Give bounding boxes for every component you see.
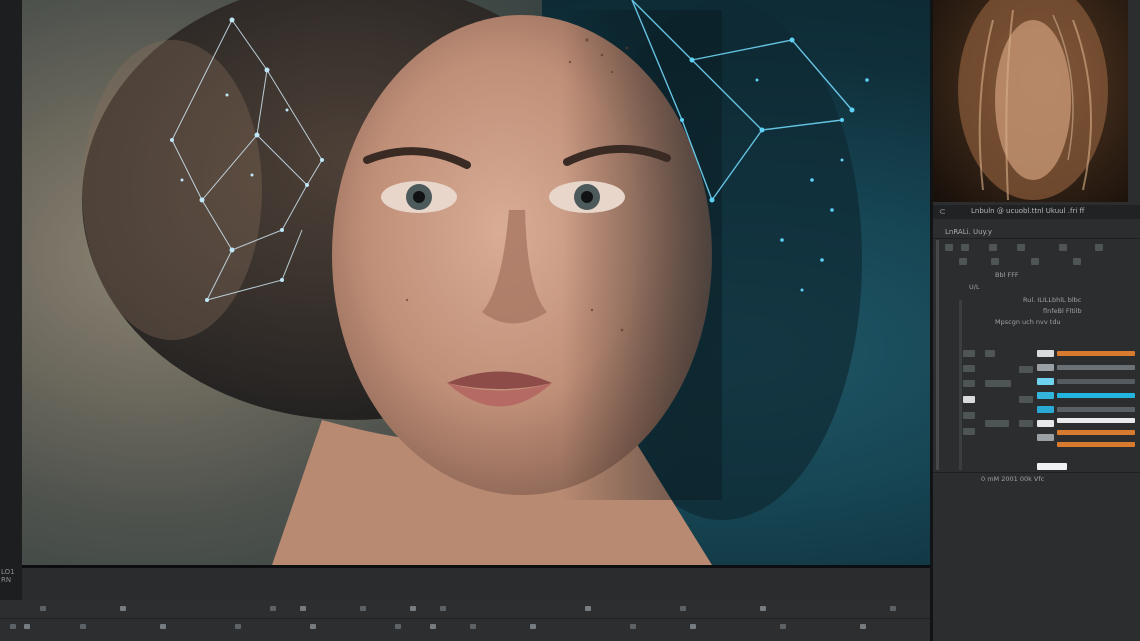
thumbnail-caption: ⊂ Lnbuln @ ucuobl.ttnl Ukuul .fri ff	[933, 205, 1140, 219]
tool-icon[interactable]	[24, 624, 30, 629]
layer-bar[interactable]	[1057, 365, 1135, 370]
panel-scroll-grip[interactable]	[936, 240, 939, 470]
layer-bar[interactable]	[1057, 442, 1135, 447]
layer-bar[interactable]	[1057, 407, 1135, 412]
tree-line	[959, 300, 962, 470]
tool-icon[interactable]	[235, 624, 241, 629]
tool-icon[interactable]	[310, 624, 316, 629]
timeline-track[interactable]	[22, 568, 930, 601]
tools-row	[0, 620, 930, 636]
layer-icon[interactable]	[963, 396, 975, 403]
panel-label: Mpscgn uch nvv tdu	[995, 318, 1061, 326]
tool-icon[interactable]	[1031, 258, 1039, 265]
bottom-toolbar	[0, 600, 930, 641]
panel-label: Bbl FFF	[995, 271, 1019, 279]
layer-swatch[interactable]	[1037, 378, 1054, 385]
layer-icon[interactable]	[985, 350, 995, 357]
layer-swatch[interactable]	[1037, 392, 1054, 399]
layer-icon[interactable]	[963, 350, 975, 357]
tool-icon[interactable]	[630, 624, 636, 629]
tool-icon[interactable]	[959, 258, 967, 265]
layer-icon[interactable]	[1019, 396, 1033, 403]
tool-icon[interactable]	[470, 624, 476, 629]
layer-swatch[interactable]	[1037, 434, 1054, 441]
layer-swatch[interactable]	[1037, 420, 1054, 427]
corner-label: LO1 RN	[1, 568, 15, 584]
panel-divider	[933, 472, 1140, 473]
tool-icon[interactable]	[760, 606, 766, 611]
tool-icon[interactable]	[1059, 244, 1067, 251]
thumbnail-preview[interactable]	[933, 0, 1128, 202]
layer-icon[interactable]	[1019, 420, 1033, 427]
image-canvas[interactable]	[22, 0, 930, 565]
panel-label: U/L	[969, 283, 980, 291]
tool-icon[interactable]	[1017, 244, 1025, 251]
tool-icon[interactable]	[430, 624, 436, 629]
tool-icon[interactable]	[40, 606, 46, 611]
tool-icon[interactable]	[440, 606, 446, 611]
tool-icon[interactable]	[270, 606, 276, 611]
layer-icon[interactable]	[985, 420, 1009, 427]
layer-swatch[interactable]	[1037, 406, 1054, 413]
layer-icon[interactable]	[963, 365, 975, 372]
layer-bar[interactable]	[1057, 430, 1135, 435]
layer-icon[interactable]	[985, 380, 1011, 387]
layer-bar[interactable]	[1057, 351, 1135, 356]
layer-icon[interactable]	[963, 380, 975, 387]
tool-icon[interactable]	[1095, 244, 1103, 251]
layer-icon[interactable]	[963, 412, 975, 419]
photo-editor-app: LO1 RN ⊂ Lnbuln @ ucuobl.ttnl Ukuul .fri…	[0, 0, 1140, 641]
layer-swatch[interactable]	[1037, 350, 1054, 357]
tool-icon[interactable]	[991, 258, 999, 265]
panel-label: flnfeBl Fltilb	[1043, 307, 1082, 315]
link-icon[interactable]: ⊂	[939, 207, 946, 216]
transport-row	[0, 602, 930, 619]
left-toolbar: LO1 RN	[0, 0, 23, 641]
tool-icon[interactable]	[360, 606, 366, 611]
tool-icon[interactable]	[961, 244, 969, 251]
panel-divider	[933, 238, 1140, 239]
layer-icon[interactable]	[963, 428, 975, 435]
tool-icon[interactable]	[120, 606, 126, 611]
portrait-image	[82, 0, 869, 565]
tool-icon[interactable]	[860, 624, 866, 629]
tool-icon[interactable]	[1073, 258, 1081, 265]
tool-icon[interactable]	[300, 606, 306, 611]
tool-icon[interactable]	[945, 244, 953, 251]
tool-icon[interactable]	[410, 606, 416, 611]
tool-icon[interactable]	[10, 624, 16, 629]
tool-icon[interactable]	[989, 244, 997, 251]
thumbnail-caption-text: Lnbuln @ ucuobl.ttnl Ukuul .fri ff	[971, 207, 1085, 215]
layer-icon[interactable]	[1019, 366, 1033, 373]
layer-bar[interactable]	[1057, 393, 1135, 398]
tool-icon[interactable]	[530, 624, 536, 629]
tool-icon[interactable]	[890, 606, 896, 611]
layer-bar[interactable]	[1057, 379, 1135, 384]
tool-icon[interactable]	[780, 624, 786, 629]
right-panel: ⊂ Lnbuln @ ucuobl.ttnl Ukuul .fri ff LnR…	[933, 0, 1140, 641]
panel-header: LnRALi. Uuy.y	[945, 228, 993, 236]
tool-icon[interactable]	[80, 624, 86, 629]
layer-bar[interactable]	[1057, 418, 1135, 423]
tool-icon[interactable]	[585, 606, 591, 611]
tool-icon[interactable]	[160, 624, 166, 629]
tool-icon[interactable]	[395, 624, 401, 629]
thumbnail-image	[958, 0, 1108, 201]
tool-icon[interactable]	[690, 624, 696, 629]
layer-swatch[interactable]	[1037, 463, 1067, 470]
layer-swatch[interactable]	[1037, 364, 1054, 371]
panel-label: Rul. ILILLbhlL blbc	[1023, 296, 1082, 304]
tool-icon[interactable]	[680, 606, 686, 611]
panel-footer: 0 mM 2001 00k Vfc	[981, 475, 1045, 483]
